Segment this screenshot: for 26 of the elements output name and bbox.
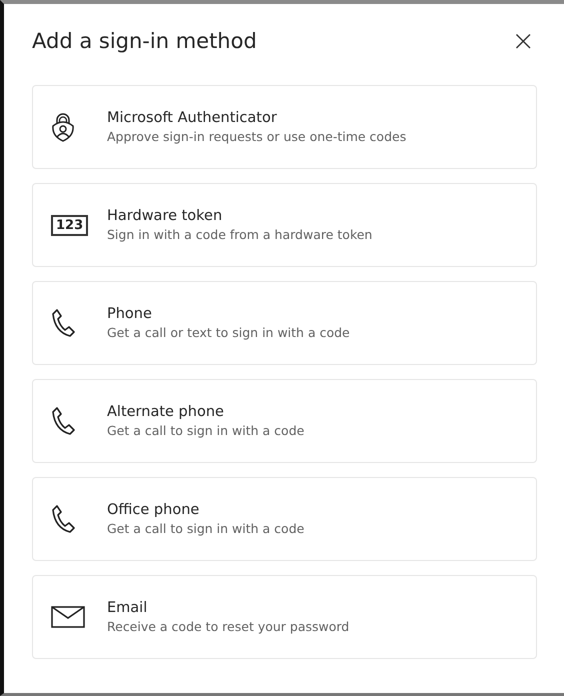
method-card[interactable]: Alternate phone Get a call to sign in with a code [32, 379, 537, 463]
method-description: Approve sign-in requests or use one-time codes [107, 128, 406, 146]
method-card[interactable]: Phone Get a call or text to sign in with a code [32, 281, 537, 365]
method-card[interactable]: Office phone Get a call to sign in with a code [32, 477, 537, 561]
method-name: Alternate phone [107, 403, 225, 422]
method-name: Office phone [107, 501, 200, 520]
method-name: Phone [107, 305, 153, 324]
method-description: Receive a code to reset your password [107, 618, 350, 636]
phone-icon [51, 406, 75, 436]
lock-person-icon [51, 112, 75, 142]
method-card[interactable]: Email Receive a code to reset your password [32, 575, 537, 659]
method-description: Sign in with a code from a hardware token [107, 226, 372, 244]
method-description: Get a call to sign in with a code [107, 520, 304, 538]
dialog-title: Add a sign-in method [32, 28, 257, 55]
token-icon: 123 [51, 214, 88, 236]
close-button[interactable]: × [510, 27, 537, 55]
method-name: Microsoft Authenticator [107, 109, 278, 128]
method-card[interactable]: Microsoft Authenticator Approve sign-in requests or use one-time codes [32, 85, 537, 169]
method-description: Get a call or text to sign in with a code [107, 324, 350, 342]
method-name: Email [107, 599, 148, 618]
method-description: Get a call to sign in with a code [107, 422, 304, 440]
method-card[interactable]: 123 Hardware token Sign in with a code from a hardware token [32, 183, 537, 267]
method-name: Hardware token [107, 207, 224, 226]
phone-icon [51, 504, 75, 534]
envelope-icon [51, 606, 85, 628]
phone-icon [51, 308, 75, 338]
